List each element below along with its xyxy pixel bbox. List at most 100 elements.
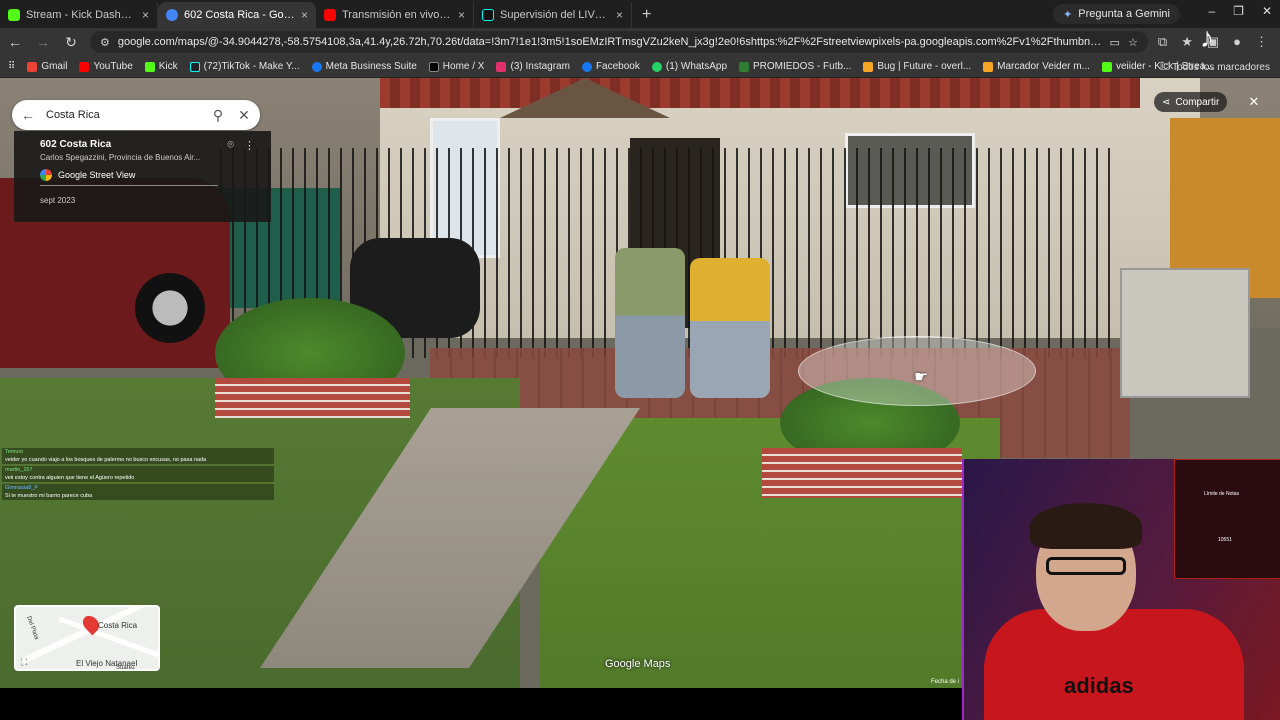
close-tab-icon[interactable]: × (458, 8, 465, 22)
tab-kick-dashboard[interactable]: Stream - Kick Dashboard × (0, 2, 158, 28)
chat-username: Temuni (5, 449, 23, 455)
hand-cursor-icon: ☛ (914, 369, 929, 386)
gemini-label: Pregunta a Gemini (1078, 8, 1170, 20)
maximize-icon[interactable]: ❐ (1233, 4, 1244, 18)
screen-share-icon[interactable]: ▭ (1110, 36, 1120, 49)
instagram-icon (496, 61, 507, 72)
bookmark-label: Kick (158, 61, 178, 72)
air-conditioner (1120, 268, 1250, 398)
browser-toolbar: ← → ↻ ⚙ google.com/maps/@-34.9044278,-58… (0, 28, 1280, 56)
tab-label: Transmisión en vivo - YouTube (342, 9, 452, 21)
map-place-label: Costa Rica (98, 621, 138, 630)
location-pin-icon[interactable]: ⌾ (227, 139, 234, 152)
bookmark-label: (72)TikTok - Make Y... (203, 61, 300, 72)
minimap[interactable]: Costa Rica El Viejo Natanael Del Plata S… (14, 605, 160, 671)
chat-username: martin_157 (5, 467, 33, 473)
search-icon[interactable]: ⚲ (210, 107, 226, 124)
bookmark-gmail[interactable]: Gmail (27, 61, 67, 72)
close-window-icon[interactable]: ✕ (1262, 4, 1272, 18)
roof-tiles (380, 78, 1140, 108)
close-tab-icon[interactable]: × (142, 8, 149, 22)
tab-tiktok-live[interactable]: Supervisión del LIVE | Centro LIVE × (474, 2, 632, 28)
bookmark-x[interactable]: Home / X (428, 61, 484, 72)
promiedos-icon (739, 61, 750, 72)
star-icon[interactable]: ★ (1181, 34, 1193, 50)
facebook-icon (581, 61, 592, 72)
back-arrow-icon[interactable]: ← (20, 107, 36, 123)
map-street-label: Del Plata (25, 615, 40, 641)
bookmark-whatsapp[interactable]: (1) WhatsApp (651, 61, 728, 72)
url-text: google.com/maps/@-34.9044278,-58.5754108… (117, 36, 1102, 48)
bookmark-star-icon[interactable]: ☆ (1128, 36, 1138, 49)
bookmark-kick[interactable]: Kick (144, 61, 178, 72)
bookmark-label: Marcador Veider m... (997, 61, 1090, 72)
bookmark-label: PROMIEDOS - Futb... (753, 61, 852, 72)
youtube-icon (79, 61, 90, 72)
expand-map-icon[interactable]: ⛶ (21, 657, 27, 668)
bookmark-marcador[interactable]: Marcador Veider m... (983, 61, 1090, 72)
reload-icon[interactable]: ↻ (62, 34, 80, 51)
bookmark-promiedos[interactable]: PROMIEDOS - Futb... (739, 61, 851, 72)
tab-youtube-live[interactable]: Transmisión en vivo - YouTube × (316, 2, 474, 28)
maps-search-box[interactable]: ← Costa Rica ⚲ ✕ (12, 100, 260, 130)
share-icon: ⋖ (1162, 96, 1171, 108)
bookmark-youtube[interactable]: YouTube (79, 61, 133, 72)
imagery-source[interactable]: Google Street View (40, 169, 218, 186)
share-button[interactable]: ⋖ Compartir (1154, 92, 1228, 112)
meta-icon (311, 61, 322, 72)
streamer-sweater (984, 609, 1244, 720)
background-monitor (1174, 459, 1280, 579)
bookmark-tiktok[interactable]: (72)TikTok - Make Y... (189, 61, 300, 72)
streamer-hair (1030, 503, 1142, 549)
search-input[interactable]: Costa Rica (46, 109, 200, 121)
chat-message: Temuni veider yo cuando viajo a los bosq… (2, 448, 274, 464)
chat-text: veider yo cuando viajo a los bosques de … (5, 457, 207, 463)
place-title[interactable]: 602 Costa Rica (40, 139, 257, 150)
minimize-icon[interactable]: – (1208, 4, 1215, 18)
bookmark-label: YouTube (93, 61, 133, 72)
map-street (21, 607, 157, 664)
new-tab-button[interactable]: + (632, 2, 661, 28)
close-tab-icon[interactable]: × (616, 8, 623, 22)
tab-google-maps[interactable]: 602 Costa Rica - Google Maps × (158, 2, 316, 28)
more-options-icon[interactable]: ⋮ (244, 139, 255, 152)
tiktok-logo-icon: ♪ (1200, 22, 1214, 53)
close-icon[interactable]: ✕ (236, 107, 252, 124)
close-street-view-icon[interactable]: ✕ (1244, 92, 1264, 112)
close-tab-icon[interactable]: × (301, 8, 308, 22)
sweater-logo: adidas (1064, 673, 1134, 698)
chat-message: martin_157 veii estoy contra alguien que… (2, 466, 274, 482)
bookmark-instagram[interactable]: (3) Instagram (496, 61, 570, 72)
bookmark-label: (1) WhatsApp (665, 61, 728, 72)
site-info-icon[interactable]: ⚙ (100, 36, 110, 49)
google-icon (40, 169, 52, 181)
back-icon[interactable]: ← (6, 34, 24, 50)
browser-tab-bar: Stream - Kick Dashboard × 602 Costa Rica… (0, 0, 1280, 28)
x-icon (428, 61, 439, 72)
webcam-overlay: Límite de Notas 10551 adidas (962, 459, 1280, 720)
maps-icon (166, 9, 178, 21)
brick-planter (762, 448, 962, 498)
chat-text: veii estoy contra alguien que tiene el A… (5, 475, 135, 481)
address-bar[interactable]: ⚙ google.com/maps/@-34.9044278,-58.57541… (90, 31, 1148, 53)
forward-icon[interactable]: → (34, 34, 52, 50)
gemini-button[interactable]: ✦ Pregunta a Gemini (1053, 4, 1180, 24)
menu-icon[interactable]: ⋮ (1255, 34, 1268, 50)
capture-date-label: Fecha de i (931, 679, 960, 685)
capture-date[interactable]: sept 2023 (40, 196, 257, 205)
bookmark-facebook[interactable]: Facebook (581, 61, 640, 72)
bookmarks-bar: ⠿ Gmail YouTube Kick (72)TikTok - Make Y… (0, 56, 1280, 78)
bookmark-label: Facebook (595, 61, 640, 72)
extensions-icon[interactable]: ⧉ (1158, 34, 1167, 50)
place-address: Carlos Spegazzini, Provincia de Buenos A… (40, 153, 201, 162)
folder-icon: 🗀 (1159, 62, 1173, 73)
tiktok-icon (482, 9, 494, 21)
bookmark-meta[interactable]: Meta Business Suite (311, 61, 417, 72)
tiktok-icon (189, 61, 200, 72)
bookmark-bug[interactable]: Bug | Future - overl... (863, 61, 971, 72)
streamer-glasses (1046, 557, 1126, 575)
tab-label: Supervisión del LIVE | Centro LIVE (500, 9, 610, 21)
uppy-icon (863, 61, 874, 72)
apps-icon[interactable]: ⠿ (8, 61, 15, 72)
place-info-card: 602 Costa Rica Carlos Spegazzini, Provin… (14, 131, 271, 222)
